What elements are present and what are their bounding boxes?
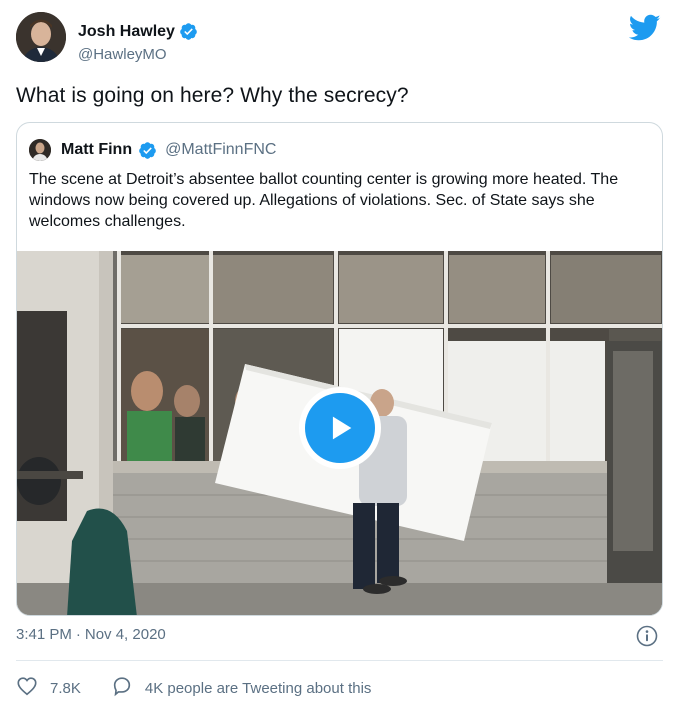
conversation-action[interactable]: 4K people are Tweeting about this [111,675,372,701]
timestamp-separator: · [75,626,81,643]
quoted-author-name: Matt Finn [61,141,133,158]
verified-badge-icon [138,141,157,160]
play-icon [305,393,375,463]
like-count[interactable]: 7.8K [50,680,81,697]
like-action[interactable]: 7.8K [16,675,81,701]
quoted-author-handle: @MattFinnFNC [165,141,277,158]
tweet-date[interactable]: Nov 4, 2020 [85,626,166,643]
tweet-timestamp[interactable]: 3:41 PM · Nov 4, 2020 [16,626,166,643]
tweet-text: What is going on here? Why the secrecy? [16,84,409,107]
author-name[interactable]: Josh Hawley [78,23,175,41]
author-avatar[interactable] [16,12,66,62]
info-icon[interactable] [636,625,658,647]
play-button[interactable] [299,387,381,469]
quoted-tweet[interactable]: Matt Finn @MattFinnFNC The scene at Detr… [16,122,663,616]
speech-bubble-icon[interactable] [111,675,133,701]
tweet-header: Josh Hawley @HawleyMO [16,12,663,64]
quoted-author-avatar [29,139,51,161]
quoted-tweet-text: The scene at Detroit’s absentee ballot c… [29,171,619,230]
author-name-row[interactable]: Josh Hawley [78,22,198,41]
tweet-actions: 7.8K 4K people are Tweeting about this [16,676,371,700]
heart-icon[interactable] [16,675,38,701]
twitter-bird-icon[interactable] [628,14,661,42]
author-handle[interactable]: @HawleyMO [78,46,167,63]
tweeting-count[interactable]: 4K people are Tweeting about this [145,680,372,697]
verified-badge-icon [179,22,198,41]
tweet-time[interactable]: 3:41 PM [16,626,72,643]
quoted-tweet-header: Matt Finn @MattFinnFNC [29,137,276,163]
divider [16,660,663,661]
video-thumbnail[interactable] [17,251,662,615]
